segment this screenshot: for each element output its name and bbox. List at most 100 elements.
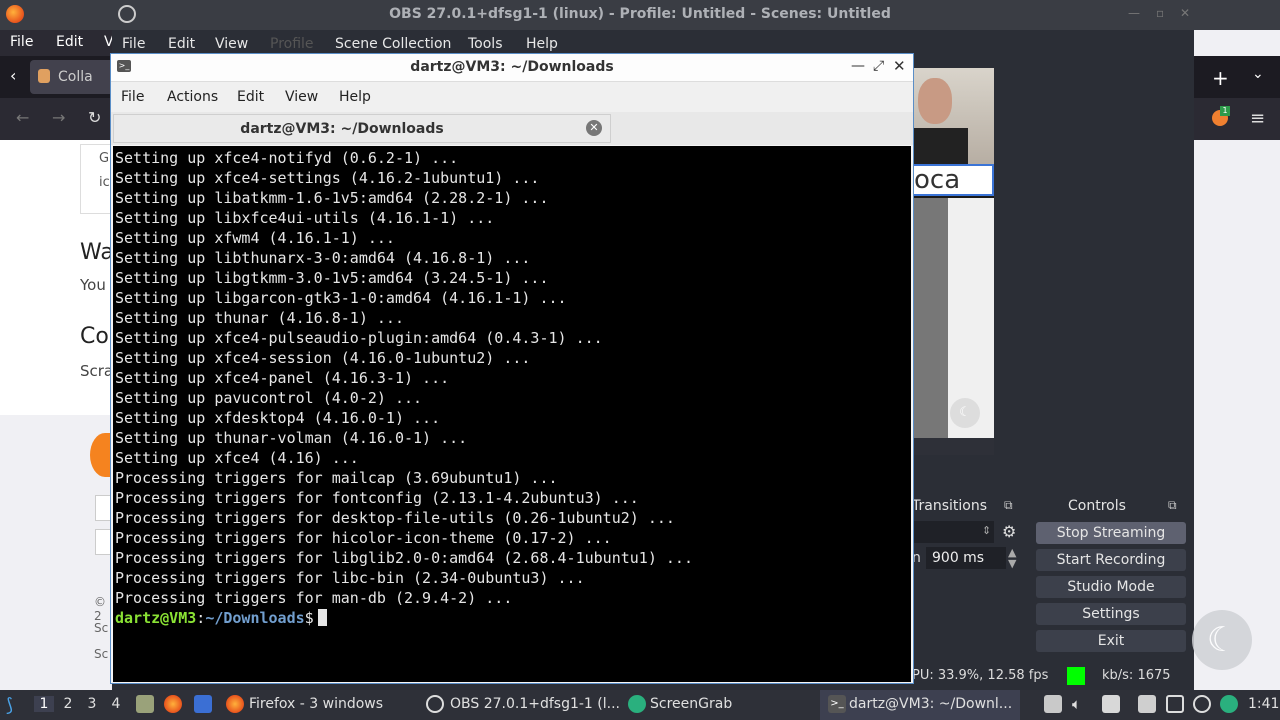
obs-menu-view[interactable]: View [215, 36, 248, 52]
notes-icon[interactable] [1102, 695, 1120, 713]
dock-float-icon[interactable]: ⧉ [1004, 498, 1013, 513]
terminal-menu-actions[interactable]: Actions [167, 89, 218, 105]
forward-icon[interactable]: → [52, 108, 65, 127]
close-icon[interactable]: ✕ [1180, 6, 1190, 20]
new-tab-icon[interactable]: + [1212, 66, 1229, 90]
chevron-down-icon[interactable]: ⌄ [1252, 66, 1264, 82]
minimize-icon[interactable]: — [851, 58, 865, 74]
workspace-4[interactable]: 4 [106, 696, 126, 712]
volume-icon[interactable]: 🔈︎ [1072, 695, 1081, 713]
face-image [918, 78, 952, 124]
chevron-left-icon[interactable]: ‹ [10, 66, 16, 85]
hamburger-menu-icon[interactable]: ≡ [1250, 108, 1265, 129]
page-text: G [99, 151, 110, 166]
terminal-menu-edit[interactable]: Edit [237, 89, 264, 105]
preview-sidebar [912, 198, 948, 438]
reload-icon[interactable]: ↻ [88, 108, 101, 127]
page-text: You [80, 276, 106, 294]
show-desktop-icon[interactable] [194, 695, 212, 713]
start-recording-button[interactable]: Start Recording [1036, 549, 1186, 571]
obs-menu-file[interactable]: File [122, 36, 145, 52]
firefox-tabbar-right: + ⌄ [1194, 56, 1280, 98]
duration-input[interactable]: 900 ms [926, 547, 1006, 569]
task-screengrab[interactable]: ScreenGrab [650, 696, 732, 712]
workspace-1[interactable]: 1 [34, 696, 54, 712]
minimize-icon[interactable]: — [1128, 6, 1140, 20]
task-obs[interactable]: OBS 27.0.1+dfsg1-1 (l... [450, 696, 620, 712]
obs-icon [426, 695, 444, 713]
terminal-menubar: File Actions Edit View Help [111, 82, 913, 112]
terminal-tab-label: dartz@VM3: ~/Downloads [240, 121, 444, 137]
terminal-window: >_ dartz@VM3: ~/Downloads — ⤢ ✕ File Act… [110, 53, 914, 684]
page-text: Scra [80, 362, 114, 380]
terminal-tabbar: dartz@VM3: ~/Downloads ✕ [111, 112, 913, 145]
text-cursor [317, 609, 327, 626]
workspace-3[interactable]: 3 [82, 696, 102, 712]
select-arrows-icon: ⇕ [982, 524, 992, 537]
page-footer-link[interactable]: Sc [94, 647, 108, 661]
terminal-tab[interactable]: dartz@VM3: ~/Downloads ✕ [113, 114, 611, 143]
obs-menu-profile[interactable]: Profile [270, 36, 314, 52]
close-tab-icon[interactable]: ✕ [586, 120, 602, 136]
updates-icon[interactable] [1193, 695, 1211, 713]
terminal-menu-help[interactable]: Help [339, 89, 371, 105]
prompt-symbol: $ [304, 609, 314, 627]
transitions-dock: Transitions ⧉ ⇕ ⚙ n 900 ms ▲ ▼ [912, 495, 1024, 665]
firefox-page-footer: © 2 Sc Sc [0, 415, 120, 690]
obs-menu-scene-collection[interactable]: Scene Collection [335, 36, 451, 52]
file-manager-icon[interactable] [136, 695, 154, 713]
firefox-icon[interactable] [164, 695, 182, 713]
maximize-icon[interactable]: ▫ [1156, 6, 1164, 20]
controls-label: Controls [1068, 498, 1126, 514]
obs-title-bar: OBS 27.0.1+dfsg1-1 (linux) - Profile: Un… [0, 0, 1280, 30]
firefox-menu-file[interactable]: File [10, 34, 33, 50]
terminal-line: Setting up xfce4-settings (4.16.2-1ubunt… [115, 169, 540, 187]
terminal-menu-file[interactable]: File [121, 89, 144, 105]
obs-menu-help[interactable]: Help [526, 36, 558, 52]
terminal-line: Processing triggers for libc-bin (2.34-0… [115, 569, 585, 587]
terminal-title-bar[interactable]: >_ dartz@VM3: ~/Downloads — ⤢ ✕ [111, 54, 913, 82]
dark-mode-moon-icon[interactable]: ☾ [1192, 610, 1252, 670]
close-icon[interactable]: ✕ [893, 57, 906, 75]
duration-stepper-icon[interactable]: ▲ ▼ [1008, 547, 1016, 569]
settings-button[interactable]: Settings [1036, 603, 1186, 625]
terminal-line: Setting up pavucontrol (4.0-2) ... [115, 389, 423, 407]
task-terminal[interactable]: dartz@VM3: ~/Downl... [849, 696, 1012, 712]
gear-icon[interactable]: ⚙ [1002, 522, 1016, 541]
workspace-2[interactable]: 2 [58, 696, 78, 712]
clock[interactable]: 1:41 [1248, 696, 1279, 712]
terminal-line: Processing triggers for libglib2.0-0:amd… [115, 549, 693, 567]
stop-streaming-button[interactable]: Stop Streaming [1036, 522, 1186, 544]
exit-button[interactable]: Exit [1036, 630, 1186, 652]
network-icon[interactable] [1166, 695, 1184, 713]
display-icon[interactable] [1138, 695, 1156, 713]
clipboard-icon[interactable] [1044, 695, 1062, 713]
terminal-prompt[interactable]: dartz@VM3:~/Downloads$ [115, 608, 693, 628]
terminal-line: Setting up xfce4-panel (4.16.3-1) ... [115, 369, 450, 387]
firefox-tab[interactable]: Colla [30, 60, 112, 94]
terminal-line: Setting up libxfce4ui-utils (4.16.1-1) .… [115, 209, 495, 227]
firefox-tab-label: Colla [58, 69, 93, 85]
terminal-output[interactable]: Setting up xfce4-notifyd (0.6.2-1) ... Se… [113, 146, 911, 682]
terminal-menu-view[interactable]: View [285, 89, 318, 105]
obs-preview[interactable]: oca ☾ [912, 68, 994, 455]
prompt-path: ~/Downloads [205, 609, 305, 627]
dock-float-icon[interactable]: ⧉ [1168, 498, 1177, 513]
page-footer-link[interactable]: Sc [94, 621, 108, 635]
obs-menubar: File Edit View Profile Scene Collection … [112, 30, 912, 54]
firefox-navbar: ← → ↻ [0, 98, 112, 140]
terminal-line: Processing triggers for mailcap (3.69ubu… [115, 469, 558, 487]
studio-mode-button[interactable]: Studio Mode [1036, 576, 1186, 598]
back-icon[interactable]: ← [16, 108, 29, 127]
obs-menu-edit[interactable]: Edit [168, 36, 195, 52]
maximize-icon[interactable]: ⤢ [873, 58, 884, 74]
terminal-line: Setting up xfce4-session (4.16.0-1ubuntu… [115, 349, 531, 367]
terminal-line: Processing triggers for man-db (2.9.4-2)… [115, 589, 513, 607]
obs-menu-tools[interactable]: Tools [468, 36, 503, 52]
task-firefox[interactable]: Firefox - 3 windows [249, 696, 383, 712]
start-menu-icon[interactable]: ⟆ [6, 695, 26, 716]
terminal-line: Setting up xfdesktop4 (4.16.0-1) ... [115, 409, 441, 427]
screengrab-tray-icon[interactable] [1220, 695, 1238, 713]
terminal-line: Setting up libthunarx-3-0:amd64 (4.16.8-… [115, 249, 531, 267]
firefox-menu-edit[interactable]: Edit [56, 34, 83, 50]
